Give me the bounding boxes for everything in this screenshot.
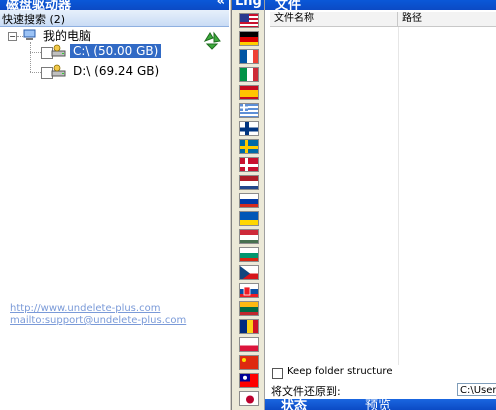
language-panel: Lng <box>232 0 264 410</box>
website-link[interactable]: http://www.undelete-plus.com <box>10 303 186 315</box>
flag-ua-icon[interactable] <box>239 211 259 226</box>
my-computer-label[interactable]: 我的电脑 <box>43 27 91 44</box>
flag-pl-icon[interactable] <box>239 337 259 352</box>
flag-tw-icon[interactable] <box>239 373 259 388</box>
flag-es-icon[interactable] <box>239 85 259 100</box>
drive-c-label[interactable]: C:\ (50.00 GB) <box>70 44 162 58</box>
flag-jp-icon[interactable] <box>239 391 259 406</box>
flag-bg-icon[interactable] <box>239 247 259 262</box>
tree-connector <box>30 52 41 53</box>
files-panel-header: 文件 <box>265 0 496 10</box>
column-header-path[interactable]: 路径 <box>398 12 496 26</box>
tab-status[interactable]: 状态 <box>281 399 307 410</box>
flag-gr-icon[interactable] <box>239 103 259 118</box>
flag-cn-icon[interactable] <box>239 355 259 370</box>
flag-fi-icon[interactable] <box>239 121 259 136</box>
drive-tree: − 我的电脑 C:\ (50.00 GB) D:\ (69.24 GB) <box>0 26 229 226</box>
collapse-expander[interactable]: − <box>8 32 17 41</box>
drives-panel-title: 磁盘驱动器 <box>6 0 72 10</box>
drive-d-icon <box>51 64 66 77</box>
file-list-header: 文件名称 路径 <box>270 12 496 27</box>
keep-structure-checkbox[interactable] <box>272 368 283 379</box>
files-panel-title: 文件 <box>275 0 302 10</box>
tree-connector-vertical <box>30 42 31 72</box>
drives-panel: 磁盘驱动器 « 快速搜索 (2) − 我的电脑 C:\ (50.00 GB) D… <box>0 0 229 410</box>
restore-to-label: 将文件还原到: <box>271 385 341 398</box>
flag-sk-icon[interactable] <box>239 283 259 298</box>
drive-d-label[interactable]: D:\ (69.24 GB) <box>73 64 159 78</box>
recycle-icon[interactable] <box>201 29 223 51</box>
flag-lt-icon[interactable] <box>239 301 259 316</box>
flag-nl-icon[interactable] <box>239 175 259 190</box>
flag-it-icon[interactable] <box>239 67 259 82</box>
file-list[interactable] <box>270 27 496 365</box>
files-panel: 文件 文件名称 路径 Keep folder structure 将文件还原到:… <box>264 0 496 410</box>
flag-dk-icon[interactable] <box>239 157 259 172</box>
flag-hu-icon[interactable] <box>239 229 259 244</box>
flag-ru-icon[interactable] <box>239 193 259 208</box>
restore-path-input[interactable]: C:\Users <box>457 383 496 396</box>
collapse-button[interactable]: « <box>217 0 225 9</box>
tree-connector <box>30 72 41 73</box>
flag-se-icon[interactable] <box>239 139 259 154</box>
flag-ro-icon[interactable] <box>239 319 259 334</box>
column-header-filename[interactable]: 文件名称 <box>270 12 398 26</box>
tab-preview[interactable]: 预览 <box>365 399 391 410</box>
keep-structure-label: Keep folder structure <box>287 366 393 377</box>
column-divider <box>398 27 399 365</box>
flag-us-icon[interactable] <box>239 13 259 28</box>
contact-links: http://www.undelete-plus.com mailto:supp… <box>10 303 186 327</box>
quick-search-label: 快速搜索 (2) <box>2 13 66 26</box>
my-computer-icon <box>23 29 36 40</box>
language-panel-header: Lng <box>232 0 264 10</box>
drives-panel-header: 磁盘驱动器 « <box>0 0 229 10</box>
flag-cz-icon[interactable] <box>239 265 259 280</box>
language-panel-title: Lng <box>235 0 262 9</box>
bottom-tab-bar: 状态 预览 <box>265 399 496 410</box>
flag-fr-icon[interactable] <box>239 49 259 64</box>
support-email-link[interactable]: mailto:support@undelete-plus.com <box>10 315 186 327</box>
quick-search-bar[interactable]: 快速搜索 (2) <box>0 10 229 27</box>
drive-c-icon <box>51 44 66 57</box>
flag-de-icon[interactable] <box>239 31 259 46</box>
